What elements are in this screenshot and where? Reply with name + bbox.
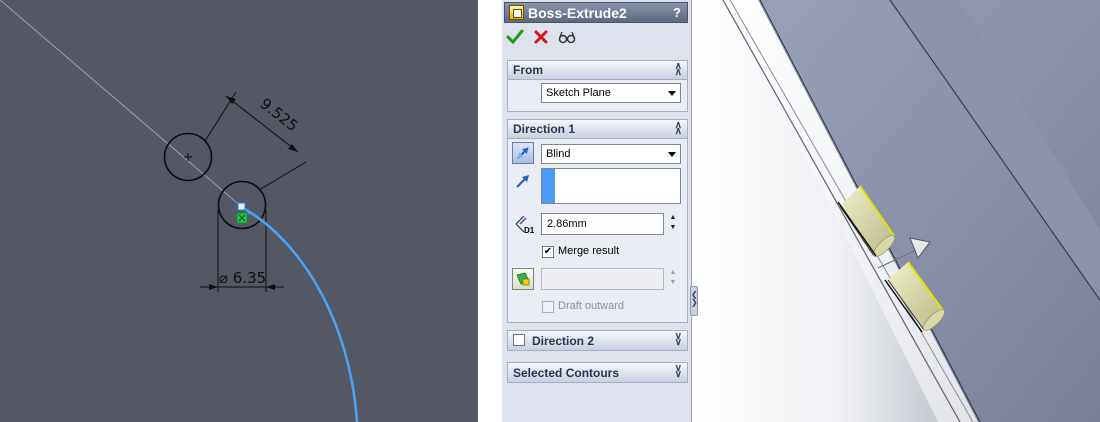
dimension-label-diameter[interactable]: ⌀ 6.35 xyxy=(219,269,266,287)
dropdown-arrow-icon xyxy=(668,152,676,157)
dimension-extension-line-2 xyxy=(258,161,307,191)
cancel-button[interactable] xyxy=(532,28,550,46)
sketch-viewport[interactable]: 9.525 ⌀ 6.35 xyxy=(0,0,478,422)
depth-input[interactable]: 2.86mm xyxy=(541,213,664,235)
eyeglasses-icon xyxy=(558,31,576,44)
graphics-area-3d[interactable] xyxy=(698,0,1100,422)
direction2-group-label: Direction 2 xyxy=(532,333,595,348)
ok-button[interactable] xyxy=(506,28,524,46)
construction-line[interactable] xyxy=(0,0,251,215)
property-manager-title: Boss-Extrude2 xyxy=(528,4,627,21)
depth-value: 2.86mm xyxy=(547,218,587,230)
end-condition-value: Blind xyxy=(546,148,571,160)
x-icon xyxy=(534,30,548,44)
diameter-arrow-1 xyxy=(209,284,218,290)
from-group-header[interactable]: From ∧ ∧ xyxy=(508,61,687,80)
selected-contours-group-label: Selected Contours xyxy=(513,365,620,380)
direction-vector-icon xyxy=(514,172,532,193)
collapse-chevron-icon[interactable]: ∧ ∧ xyxy=(675,121,682,137)
start-condition-select[interactable]: Sketch Plane xyxy=(541,83,681,103)
collapse-chevron-icon[interactable]: ∧ ∧ xyxy=(675,62,682,78)
property-manager-title-bar: Boss-Extrude2 ? xyxy=(504,2,688,23)
depth-icon-label: D1 xyxy=(524,226,535,235)
property-manager-panel: Boss-Extrude2 ? From ∧ ∧ Sketch Plane Di… xyxy=(502,0,692,422)
selected-contours-group[interactable]: Selected Contours ∨ ∨ xyxy=(507,362,688,383)
merge-result-checkbox[interactable]: ✔ xyxy=(542,246,554,258)
boss-extrude-feature-icon xyxy=(509,5,524,20)
selection-focus-bar xyxy=(542,169,555,203)
checkmark-icon xyxy=(506,29,524,45)
direction2-checkbox[interactable] xyxy=(513,334,525,346)
diameter-arrow-2 xyxy=(266,284,275,290)
from-group: From ∧ ∧ Sketch Plane xyxy=(507,60,688,112)
draft-icon xyxy=(516,272,530,286)
sketch-spline-curve[interactable] xyxy=(242,206,359,422)
dropdown-arrow-icon xyxy=(668,91,676,96)
draft-angle-input[interactable] xyxy=(541,268,664,290)
sketch-canvas[interactable]: 9.525 ⌀ 6.35 xyxy=(0,0,478,422)
draft-on-off-button[interactable] xyxy=(512,268,534,290)
from-group-label: From xyxy=(513,63,543,77)
reverse-direction-button[interactable] xyxy=(512,142,534,164)
curve-endpoint-marker[interactable] xyxy=(237,202,246,211)
expand-chevron-icon[interactable]: ∨ ∨ xyxy=(675,364,682,380)
draft-angle-spinner[interactable]: ▲ ▼ xyxy=(668,268,678,290)
draft-outward-checkbox[interactable] xyxy=(542,301,554,313)
direction1-group-label: Direction 1 xyxy=(513,122,576,136)
direction2-group-header[interactable]: Direction 2 ∨ ∨ xyxy=(508,331,687,350)
detailed-preview-button[interactable] xyxy=(558,28,576,46)
depth-spinner[interactable]: ▲ ▼ xyxy=(668,213,678,235)
model-view[interactable] xyxy=(698,0,1100,422)
direction1-group-header[interactable]: Direction 1 ∧ ∧ xyxy=(508,120,687,139)
panel-splitter-handle[interactable]: ❮ ❯ xyxy=(690,286,698,316)
dimension-label-9525[interactable]: 9.525 xyxy=(257,95,302,136)
viewport-gap xyxy=(478,0,502,422)
draft-outward-label: Draft outward xyxy=(558,300,625,312)
direction1-group: Direction 1 ∧ ∧ Blind D1 2.86mm ▲ ▼ ✔ Me… xyxy=(507,119,688,323)
direction-reference-list[interactable] xyxy=(541,168,681,204)
direction2-group[interactable]: Direction 2 ∨ ∨ xyxy=(507,330,688,351)
start-condition-value: Sketch Plane xyxy=(546,87,611,99)
selected-contours-group-header[interactable]: Selected Contours ∨ ∨ xyxy=(508,363,687,382)
end-condition-select[interactable]: Blind xyxy=(541,144,681,164)
reverse-direction-icon xyxy=(517,147,529,159)
help-icon[interactable]: ? xyxy=(673,5,681,20)
merge-result-label: Merge result xyxy=(558,245,620,257)
expand-chevron-icon[interactable]: ∨ ∨ xyxy=(675,332,682,348)
